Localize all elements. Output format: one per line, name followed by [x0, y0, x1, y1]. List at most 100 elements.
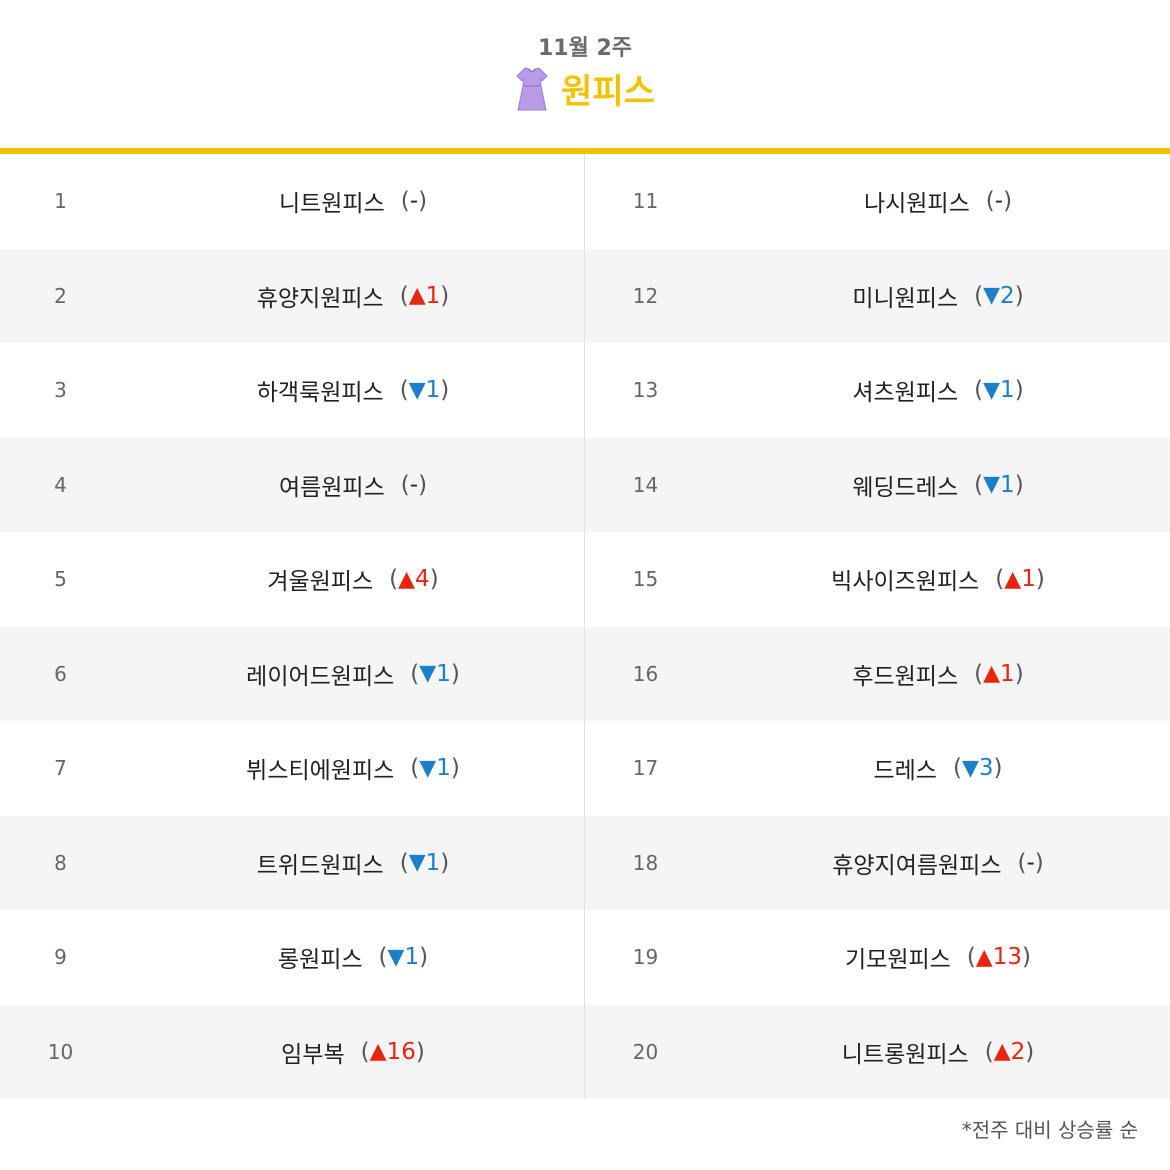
item-name: 레이어드원피스 — [246, 663, 395, 690]
paren-close: ) — [450, 755, 460, 782]
change-amount: 1 — [1000, 377, 1015, 404]
ranking-item[interactable]: 2 휴양지원피스 (▲ 1) — [0, 249, 585, 344]
change-amount: 1 — [425, 849, 441, 876]
ranking-row: 1 니트원피스 (-) 11 나시원피스(-) — [0, 154, 1170, 249]
rank-change: (▼ 1) — [379, 944, 429, 970]
ranking-item[interactable]: 8 트위드원피스 (▼ 1) — [0, 816, 585, 911]
ranking-item[interactable]: 9 롱원피스 (▼ 1) — [0, 910, 585, 1005]
item-name: 롱원피스 — [277, 947, 363, 974]
down-arrow-icon: ▼ — [387, 944, 405, 970]
item-entry: 미니원피스 (▼ 2) — [706, 279, 1170, 313]
rank-change: (▼ 1) — [400, 377, 450, 403]
paren-close: ) — [1014, 282, 1024, 309]
paren-close: ) — [419, 944, 429, 971]
rank-number: 4 — [54, 472, 67, 497]
ranking-item[interactable]: 14 웨딩드레스 (▼ 1) — [585, 438, 1170, 533]
ranking-item[interactable]: 3 하객룩원피스 (▼ 1) — [0, 343, 585, 438]
ranking-item[interactable]: 7 뷔스티에원피스 (▼ 1) — [0, 721, 585, 816]
ranking-item[interactable]: 10 임부복 (▲ 16) — [0, 1005, 585, 1100]
change-amount: 2 — [1010, 1038, 1026, 1065]
ranking-item[interactable]: 19 기모원피스 (▲ 13) — [585, 910, 1170, 1005]
paren-open: ( — [995, 566, 1005, 593]
item-name: 트위드원피스 — [256, 852, 384, 879]
rank-change: (▲ 1) — [974, 661, 1024, 687]
paren-close: ) — [1003, 188, 1013, 215]
item-entry: 롱원피스 (▼ 1) — [121, 940, 585, 974]
paren-open: ( — [399, 849, 409, 876]
rank-change: (▼ 1) — [400, 850, 450, 876]
paren-open: ( — [378, 944, 388, 971]
paren-close: ) — [1025, 1038, 1035, 1065]
item-entry: 빅사이즈원피스 (▲ 1) — [706, 562, 1170, 596]
up-arrow-icon: ▲ — [369, 1039, 387, 1065]
title-row: 원피스 — [0, 64, 1170, 113]
rank-change: (▼ 2) — [974, 283, 1024, 309]
ranking-item[interactable]: 17 드레스 (▼ 3) — [585, 721, 1170, 816]
item-name: 니트롱원피스 — [841, 1041, 969, 1068]
rank-number: 11 — [632, 189, 659, 214]
item-entry: 트위드원피스 (▼ 1) — [121, 846, 585, 880]
rank-number: 18 — [632, 850, 659, 875]
ranking-row: 5 겨울원피스(▲ 4) 15 빅사이즈원피스(▲ 1) — [0, 532, 1170, 627]
item-entry: 하객룩원피스 (▼ 1) — [121, 373, 585, 407]
ranking-item[interactable]: 16 후드원피스 (▲ 1) — [585, 627, 1170, 722]
paren-close: ) — [1014, 377, 1024, 404]
change-amount: 1 — [425, 377, 441, 404]
down-arrow-icon: ▼ — [419, 755, 437, 781]
paren-close: ) — [993, 755, 1003, 782]
rank-number: 9 — [54, 945, 67, 970]
ranking-item[interactable]: 18 휴양지여름원피스 (-) — [585, 816, 1170, 911]
item-name: 니트원피스 — [278, 191, 385, 218]
rank-number: 10 — [47, 1039, 74, 1064]
paren-close: ) — [450, 660, 460, 687]
change-amount: 1 — [1000, 660, 1015, 687]
paren-close: ) — [1022, 944, 1031, 971]
ranking-item[interactable]: 5 겨울원피스 (▲ 4) — [0, 532, 585, 627]
rank-change: (▼ 3) — [953, 755, 1003, 781]
rank-change: (▲ 16) — [361, 1039, 425, 1065]
paren-close: ) — [440, 377, 450, 404]
rank-number: 2 — [54, 283, 67, 308]
ranking-row: 3 하객룩원피스(▼ 1) 13 셔츠원피스(▼ 1) — [0, 343, 1170, 438]
ranking-item[interactable]: 20 니트롱원피스 (▲ 2) — [585, 1005, 1170, 1100]
paren-open: ( — [399, 377, 409, 404]
change-amount: - — [409, 188, 419, 215]
change-amount: 1 — [436, 755, 451, 782]
rank-change: (▲ 13) — [967, 944, 1031, 970]
item-entry: 겨울원피스 (▲ 4) — [121, 562, 585, 596]
ranking-item[interactable]: 13 셔츠원피스 (▼ 1) — [585, 343, 1170, 438]
item-entry: 레이어드원피스 (▼ 1) — [121, 657, 585, 691]
ranking-item[interactable]: 11 나시원피스 (-) — [585, 154, 1170, 249]
paren-open: ( — [400, 471, 410, 498]
ranking-item[interactable]: 15 빅사이즈원피스 (▲ 1) — [585, 532, 1170, 627]
item-name: 휴양지여름원피스 — [832, 852, 1002, 879]
paren-close: ) — [1035, 566, 1045, 593]
item-name: 셔츠원피스 — [852, 380, 959, 407]
change-amount: 1 — [1021, 566, 1036, 593]
rank-change: (▼ 1) — [410, 755, 460, 781]
change-amount: 1 — [1000, 471, 1015, 498]
ranking-item[interactable]: 12 미니원피스 (▼ 2) — [585, 249, 1170, 344]
item-entry: 기모원피스 (▲ 13) — [706, 940, 1170, 974]
change-amount: 1 — [425, 282, 441, 309]
rank-number: 1 — [54, 189, 67, 214]
change-amount: 13 — [992, 944, 1022, 971]
ranking-item[interactable]: 4 여름원피스 (-) — [0, 438, 585, 533]
ranking-item[interactable]: 1 니트원피스 (-) — [0, 154, 585, 249]
rank-change: (-) — [986, 188, 1012, 214]
change-amount: - — [1026, 849, 1035, 876]
item-entry: 나시원피스 (-) — [706, 184, 1170, 218]
down-arrow-icon: ▼ — [408, 850, 426, 876]
ranking-row: 8 트위드원피스(▼ 1) 18 휴양지여름원피스(-) — [0, 815, 1170, 911]
rank-change: (▼ 1) — [974, 472, 1024, 498]
ranking-table: 1 니트원피스(-) 11 나시원피스(-) 2 휴양지원피스(▲ 1) 12 미니원피스(▼ 2… — [0, 154, 1170, 1099]
down-arrow-icon: ▼ — [983, 283, 1001, 309]
item-entry: 후드원피스 (▲ 1) — [706, 657, 1170, 691]
change-amount: - — [409, 471, 419, 498]
paren-open: ( — [984, 1038, 994, 1065]
rank-number: 19 — [632, 945, 659, 970]
item-name: 휴양지원피스 — [256, 285, 384, 312]
ranking-item[interactable]: 6 레이어드원피스 (▼ 1) — [0, 627, 585, 722]
item-name: 후드원피스 — [852, 663, 959, 690]
item-name: 웨딩드레스 — [852, 474, 959, 501]
